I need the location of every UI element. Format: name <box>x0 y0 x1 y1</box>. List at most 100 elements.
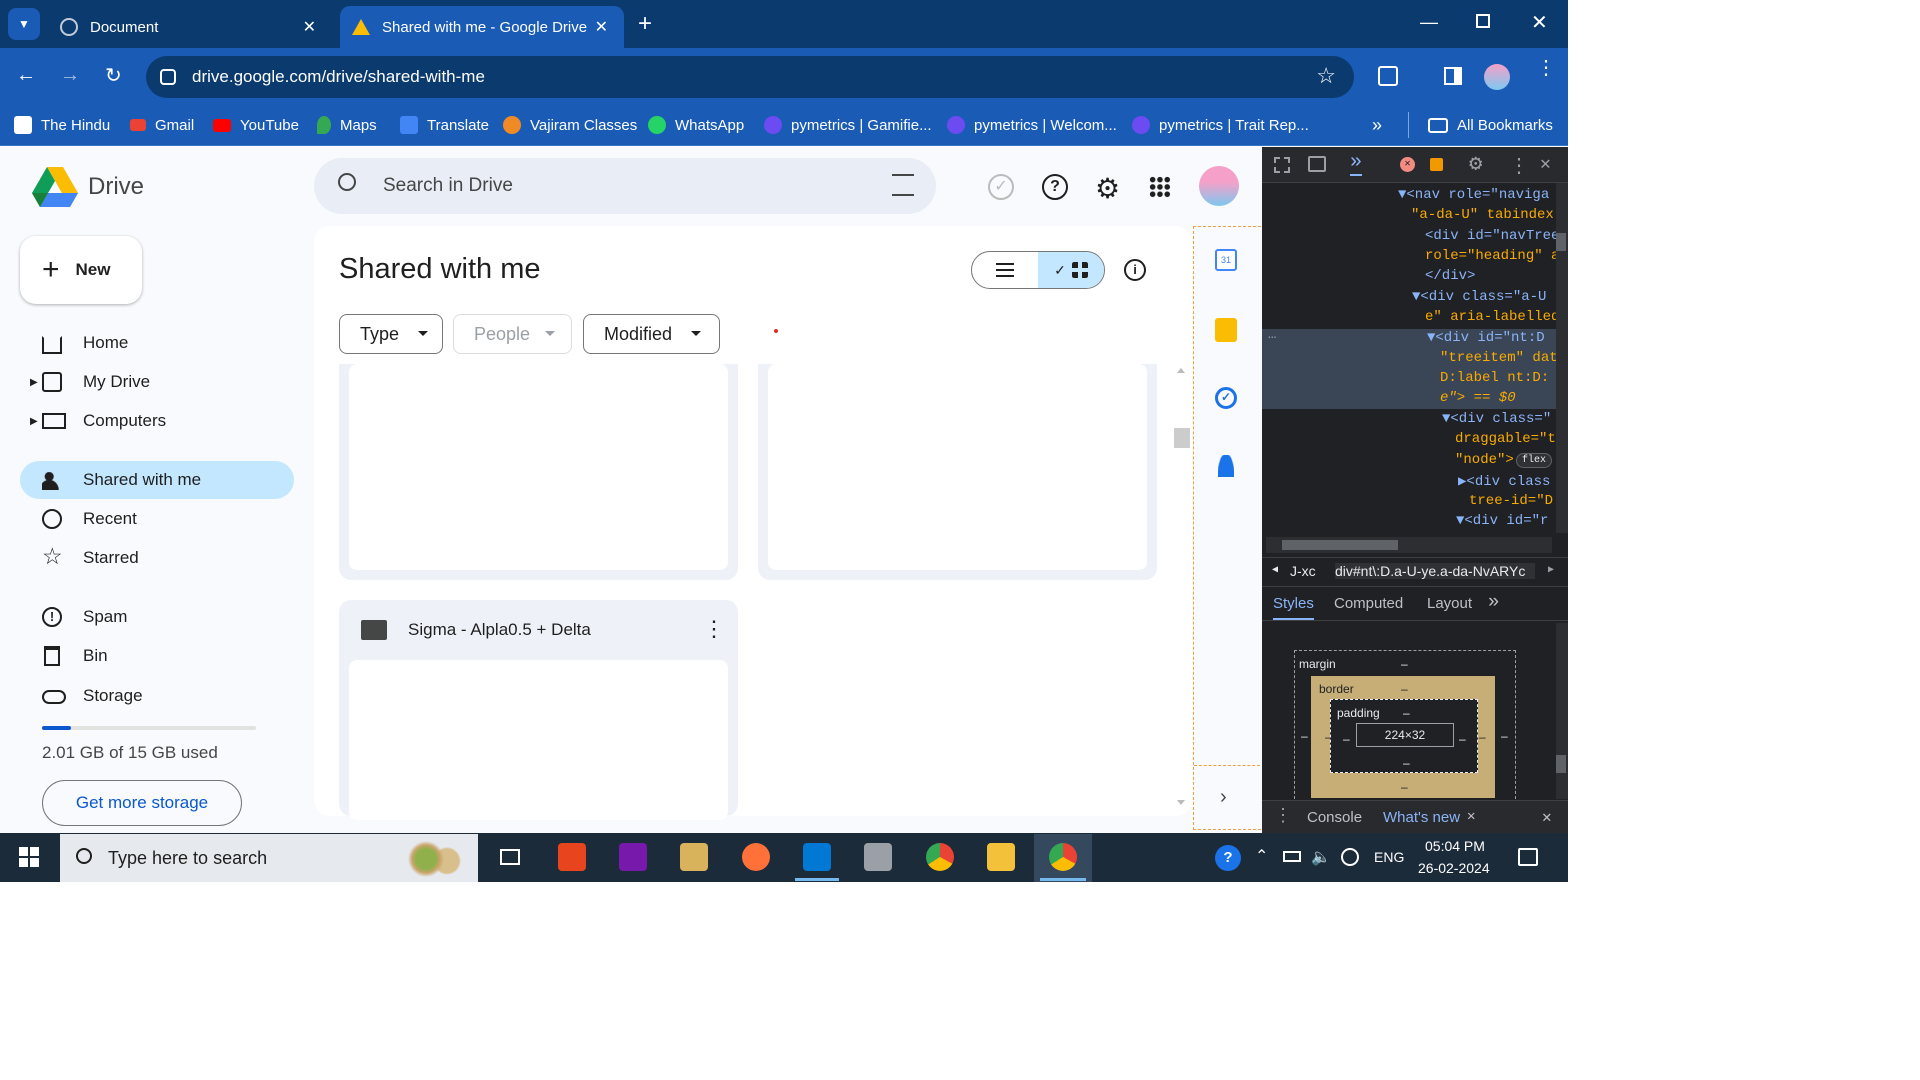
issues-icon[interactable] <box>1430 158 1443 171</box>
show-side-panel-icon[interactable]: › <box>1220 786 1227 809</box>
site-info-icon[interactable] <box>160 69 176 85</box>
tab-whats-new[interactable]: What's new <box>1383 809 1460 826</box>
code-line[interactable]: ▼<div class=" <box>1442 411 1556 427</box>
task-view-icon[interactable] <box>500 849 520 865</box>
device-toolbar-icon[interactable] <box>1308 156 1326 172</box>
code-line[interactable]: e"> == $0 <box>1440 390 1516 406</box>
side-panel-icon[interactable] <box>1444 67 1462 85</box>
type-filter[interactable]: Type <box>339 314 443 354</box>
file-card[interactable] <box>758 364 1157 580</box>
volume-icon[interactable]: 🔈 <box>1311 847 1331 867</box>
sidebar-item-my-drive[interactable]: ▶ My Drive <box>20 363 294 401</box>
bookmark-maps[interactable]: Maps <box>317 112 377 138</box>
battery-icon[interactable] <box>1283 851 1301 862</box>
chrome-icon[interactable] <box>926 843 954 871</box>
calendar-icon[interactable]: 31 <box>1215 249 1237 271</box>
close-drawer-icon[interactable]: ✕ <box>1542 807 1552 827</box>
focus-app-icon[interactable] <box>558 843 586 871</box>
view-toggle[interactable]: ✓ <box>971 251 1105 289</box>
scroll-up-arrow[interactable] <box>1177 368 1185 373</box>
code-line[interactable]: ▼<div id="nt:D <box>1427 330 1556 346</box>
code-line[interactable]: "treeitem" dat <box>1440 350 1556 366</box>
clock-time[interactable]: 05:04 PM <box>1425 838 1485 854</box>
breadcrumb-left-arrow[interactable]: ◀ <box>1272 564 1278 576</box>
restore-icon[interactable] <box>1476 14 1490 28</box>
vscode-icon[interactable] <box>803 843 831 871</box>
bookmark-pymetrics-2[interactable]: pymetrics | Welcom... <box>947 112 1117 138</box>
error-icon[interactable]: ✕ <box>1400 157 1415 172</box>
more-actions-icon[interactable]: ⋮ <box>703 616 725 642</box>
help-icon[interactable]: ? <box>1042 174 1068 200</box>
list-view-button[interactable] <box>972 252 1038 288</box>
sidebar-item-spam[interactable]: ! Spam <box>20 598 294 636</box>
horizontal-scrollbar[interactable] <box>1266 537 1552 553</box>
people-filter[interactable]: People <box>453 314 572 354</box>
scrollbar-thumb[interactable] <box>1556 755 1566 773</box>
tasks-icon[interactable]: ✓ <box>1215 387 1237 409</box>
drive-logo[interactable]: Drive <box>32 167 144 207</box>
file-explorer-icon[interactable] <box>987 843 1015 871</box>
code-line[interactable]: ▼<div id="r <box>1456 513 1556 529</box>
account-avatar[interactable] <box>1199 166 1239 206</box>
word-icon[interactable] <box>680 843 708 871</box>
bookmark-vajiram[interactable]: Vajiram Classes <box>503 112 637 138</box>
sidebar-item-computers[interactable]: ▶ Computers <box>20 402 294 440</box>
bookmark-the-hindu[interactable]: The Hindu <box>14 112 110 138</box>
code-line[interactable]: ▼<div class="a-U <box>1412 289 1556 305</box>
camera-icon[interactable] <box>864 843 892 871</box>
tab-document[interactable]: Document ✕ <box>48 6 332 48</box>
bookmark-youtube[interactable]: YouTube <box>213 112 299 138</box>
code-line[interactable]: draggable="t <box>1455 431 1556 447</box>
grid-view-button[interactable]: ✓ <box>1038 252 1104 288</box>
clock-date[interactable]: 26-02-2024 <box>1418 860 1490 876</box>
more-tabs-icon[interactable]: » <box>1350 151 1363 176</box>
inspect-element-icon[interactable] <box>1274 157 1290 173</box>
bookmark-star-icon[interactable]: ☆ <box>1316 63 1336 89</box>
info-icon[interactable]: i <box>1124 259 1146 281</box>
reload-icon[interactable]: ↻ <box>105 63 122 88</box>
breadcrumb-right-arrow[interactable]: ▶ <box>1548 564 1554 576</box>
close-devtools-icon[interactable]: ✕ <box>1540 153 1551 175</box>
sidebar-item-recent[interactable]: Recent <box>20 500 294 538</box>
sidebar-item-starred[interactable]: ☆ Starred <box>20 539 294 577</box>
close-window-icon[interactable]: ✕ <box>1531 10 1548 35</box>
get-more-storage-button[interactable]: Get more storage <box>42 780 242 826</box>
breadcrumb-item-selected[interactable]: div#nt\:D.a-U-ye.a-da-NvARYc <box>1335 563 1535 579</box>
close-tab-icon[interactable]: ✕ <box>595 17 608 37</box>
code-line[interactable]: "a-da-U" tabindex <box>1411 207 1556 223</box>
code-line[interactable]: tree-id="D <box>1469 493 1556 509</box>
styles-scrollbar[interactable] <box>1556 623 1568 799</box>
close-tab-icon[interactable]: ✕ <box>1467 808 1475 825</box>
search-box[interactable]: Search in Drive <box>314 158 936 214</box>
search-input[interactable]: Search in Drive <box>383 175 513 197</box>
folder-card[interactable]: Sigma - Alpla0.5 + Delta ⋮ <box>339 600 738 820</box>
file-card[interactable] <box>339 364 738 580</box>
tab-search-button[interactable]: ▼ <box>8 8 40 40</box>
new-tab-button[interactable]: + <box>638 10 652 38</box>
code-line[interactable]: "node"> <box>1455 452 1514 468</box>
contacts-icon[interactable] <box>1218 455 1234 477</box>
address-bar[interactable]: drive.google.com/drive/shared-with-me ☆ <box>146 56 1354 98</box>
tab-styles[interactable]: Styles <box>1273 595 1314 620</box>
code-line[interactable]: <div id="navTree <box>1425 228 1556 244</box>
more-bookmarks-icon[interactable]: » <box>1372 112 1382 138</box>
offline-status-icon[interactable]: ✓ <box>988 174 1014 200</box>
menu-kebab-icon[interactable]: ⋮ <box>1536 58 1556 78</box>
scrollbar-thumb[interactable] <box>1556 233 1566 251</box>
apps-grid-icon[interactable] <box>1149 176 1171 198</box>
tab-computed[interactable]: Computed <box>1334 595 1403 612</box>
bookmark-pymetrics-3[interactable]: pymetrics | Trait Rep... <box>1132 112 1309 138</box>
scrollbar-thumb[interactable] <box>1174 428 1190 448</box>
code-line[interactable]: D:label nt:D: <box>1440 370 1556 386</box>
drawer-menu-icon[interactable]: ⋮ <box>1274 805 1292 827</box>
notifications-icon[interactable] <box>1518 848 1538 866</box>
bookmark-gmail[interactable]: Gmail <box>130 112 194 138</box>
extensions-icon[interactable] <box>1378 66 1398 86</box>
bookmark-translate[interactable]: Translate <box>400 112 489 138</box>
vertical-scrollbar[interactable] <box>1556 183 1568 533</box>
new-button[interactable]: + New <box>20 236 142 304</box>
taskbar-search-input[interactable]: Type here to search <box>108 848 267 869</box>
taskbar-search-box[interactable]: Type here to search <box>60 834 478 882</box>
modified-filter[interactable]: Modified <box>583 314 720 354</box>
devtools-menu-icon[interactable]: ⋮ <box>1509 153 1529 179</box>
